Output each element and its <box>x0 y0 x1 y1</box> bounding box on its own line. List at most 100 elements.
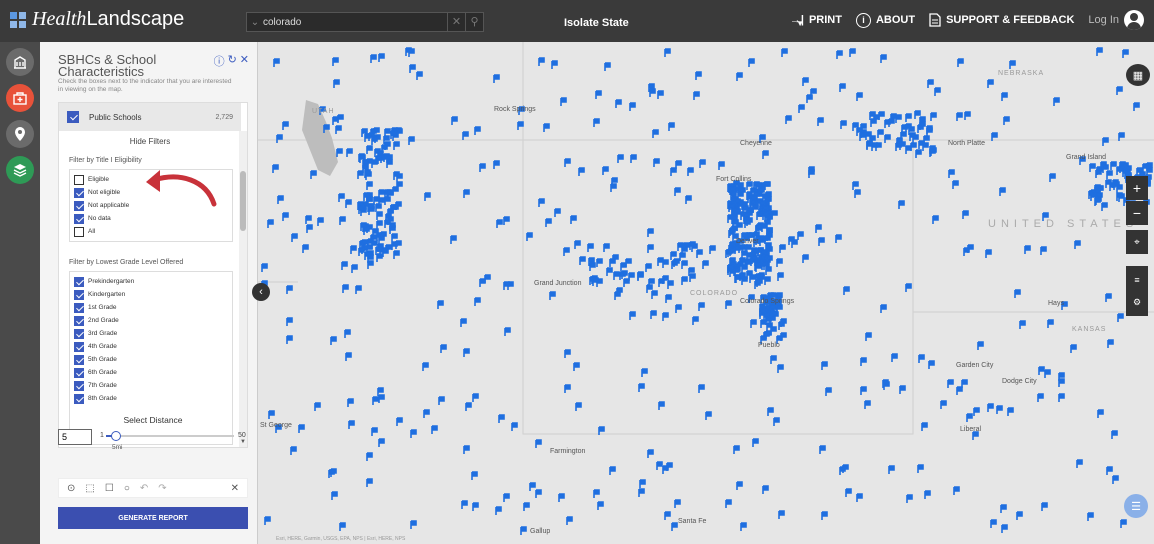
layer-header[interactable]: Public Schools 2,729 <box>59 103 241 131</box>
filter-option-label: 6th Grade <box>88 369 117 376</box>
filter-checkbox[interactable] <box>74 328 84 339</box>
filter-option[interactable]: No data <box>74 212 228 225</box>
about-button[interactable]: i ABOUT <box>855 12 915 28</box>
rail-basemap-button[interactable] <box>6 156 34 184</box>
scrollbar-thumb[interactable] <box>240 171 246 231</box>
layer-label: Public Schools <box>89 112 142 122</box>
legend-button[interactable]: ☰ <box>1124 494 1148 518</box>
panel-info-icon[interactable]: ⓘ <box>214 53 225 69</box>
distance-slider[interactable] <box>106 431 234 441</box>
panel-close-icon[interactable]: ✕ <box>240 53 249 69</box>
minus-icon: − <box>1132 205 1142 221</box>
locate-button[interactable]: ⌖ <box>1126 230 1148 254</box>
filter-option[interactable]: 4th Grade <box>74 340 228 353</box>
layer-checkbox[interactable] <box>67 111 79 123</box>
login-label: Log In <box>1088 14 1119 26</box>
support-button[interactable]: SUPPORT & FEEDBACK <box>929 13 1074 27</box>
document-icon <box>929 13 941 27</box>
state-label: NEBRASKA <box>998 70 1045 77</box>
print-button[interactable]: →| PRINT <box>790 14 842 26</box>
point-tool-icon[interactable]: ⊙ <box>67 483 75 494</box>
state-label: UTAH <box>312 108 335 115</box>
filter-checkbox[interactable] <box>74 226 84 237</box>
rail-building-button[interactable] <box>6 48 34 76</box>
map-layers-toggle[interactable]: ≡ ⚙ <box>1126 266 1148 316</box>
city-label: Hays <box>1048 300 1064 307</box>
filter-option[interactable]: All <box>74 225 228 238</box>
filter-checkbox[interactable] <box>74 213 84 224</box>
distance-label: Select Distance <box>123 415 183 425</box>
filter-checkbox[interactable] <box>74 354 84 365</box>
rail-layers-active-button[interactable] <box>6 84 34 112</box>
filter-option[interactable]: 6th Grade <box>74 366 228 379</box>
isolate-state-label: Isolate State <box>564 17 629 29</box>
map-canvas[interactable]: Rock Springs Cheyenne North Platte Grand… <box>258 42 1154 544</box>
slider-handle[interactable] <box>111 431 122 441</box>
filter-checkbox[interactable] <box>74 315 84 326</box>
filter-checkbox[interactable] <box>74 200 84 211</box>
search-dropdown-icon[interactable]: ⌄ <box>247 17 263 28</box>
country-label: UNITED STATES <box>988 218 1139 230</box>
isolate-state-dropdown[interactable]: Isolate State ▼ <box>520 12 810 34</box>
redo-icon[interactable]: ↷ <box>158 483 166 494</box>
circle-tool-icon[interactable]: ○ <box>124 483 130 494</box>
logo-mark-icon <box>10 11 26 28</box>
settings-icon[interactable]: ⚙ <box>1133 297 1141 308</box>
filter-option[interactable]: 7th Grade <box>74 379 228 392</box>
rectangle-tool-icon[interactable]: ☐ <box>105 483 114 494</box>
list-icon: ☰ <box>1131 500 1141 513</box>
search-icon[interactable]: ⚲ <box>465 13 483 31</box>
filter-checkbox[interactable] <box>74 276 84 287</box>
filter-option[interactable]: 1st Grade <box>74 301 228 314</box>
generate-report-button[interactable]: GENERATE REPORT <box>58 507 248 529</box>
filter-option-label: Eligible <box>88 176 109 183</box>
top-nav: →| PRINT i ABOUT SUPPORT & FEEDBACK Log … <box>790 10 1144 30</box>
filter-option-label: 5th Grade <box>88 356 117 363</box>
basemap-gallery-button[interactable]: ▦ <box>1126 64 1150 86</box>
rail-location-button[interactable] <box>6 120 34 148</box>
logo-text-landscape: Landscape <box>86 8 185 30</box>
filter-option[interactable]: 8th Grade <box>74 392 228 405</box>
polygon-tool-icon[interactable]: ⬚ <box>85 483 94 494</box>
clear-search-icon[interactable]: ✕ <box>447 13 465 31</box>
city-label: Liberal <box>960 426 982 433</box>
zoom-out-button[interactable]: − <box>1126 201 1148 225</box>
location-search: ⌄ ✕ ⚲ <box>246 12 484 32</box>
city-label: Cheyenne <box>740 140 772 147</box>
collapse-panel-button[interactable]: ‹ <box>252 283 270 301</box>
city-label: Rock Springs <box>494 106 536 113</box>
filter-checkbox[interactable] <box>74 302 84 313</box>
distance-input[interactable] <box>58 429 92 445</box>
chevron-left-icon: ‹ <box>259 286 263 298</box>
hide-filters-link[interactable]: Hide Filters <box>59 137 241 146</box>
filter-checkbox[interactable] <box>74 367 84 378</box>
clear-drawing-icon[interactable]: ✕ <box>231 483 239 494</box>
login-button[interactable]: Log In <box>1088 10 1144 30</box>
panel-controls: ⓘ ↻ ✕ <box>214 53 249 69</box>
filter-option[interactable]: Kindergarten <box>74 288 228 301</box>
filter-option[interactable]: 3rd Grade <box>74 327 228 340</box>
scroll-down-icon[interactable]: ▼ <box>240 439 246 445</box>
zoom-in-button[interactable]: + <box>1126 176 1148 200</box>
filter-checkbox[interactable] <box>74 187 84 198</box>
logo[interactable]: Health Landscape <box>10 8 184 31</box>
layer-scrollbar[interactable]: ▼ <box>239 131 247 447</box>
filter-option[interactable]: Prekindergarten <box>74 275 228 288</box>
filter-checkbox[interactable] <box>74 380 84 391</box>
layers-stack-icon[interactable]: ≡ <box>1134 275 1139 285</box>
panel-refresh-icon[interactable]: ↻ <box>228 53 237 69</box>
filter-option[interactable]: 5th Grade <box>74 353 228 366</box>
filter-checkbox[interactable] <box>74 393 84 404</box>
undo-icon[interactable]: ↶ <box>140 483 148 494</box>
city-label: Santa Fe <box>678 518 707 525</box>
city-label: Garden City <box>956 362 994 369</box>
city-label: Farmington <box>550 448 586 455</box>
search-input[interactable] <box>263 16 447 28</box>
filter-option[interactable]: 2nd Grade <box>74 314 228 327</box>
filter-checkbox[interactable] <box>74 341 84 352</box>
filter-checkbox[interactable] <box>74 289 84 300</box>
support-label: SUPPORT & FEEDBACK <box>946 14 1075 26</box>
filter-checkbox[interactable] <box>74 174 84 185</box>
layers-icon <box>13 164 27 177</box>
layer-card: Public Schools 2,729 Hide Filters Filter… <box>58 102 248 448</box>
